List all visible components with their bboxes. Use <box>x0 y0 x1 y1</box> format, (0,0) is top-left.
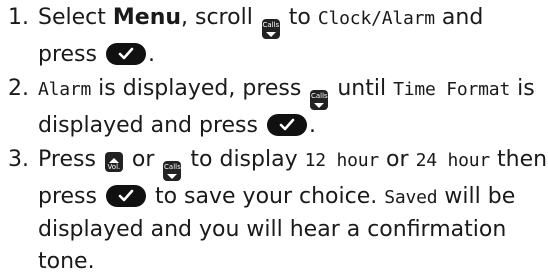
step-text: Press Vol. or Calls to display 12 hour o… <box>38 147 548 274</box>
display-text: 24 hour <box>415 150 491 171</box>
calls-down-key-icon: Calls <box>261 19 280 39</box>
step-number: 1. <box>8 5 29 30</box>
display-text: Time Format <box>393 79 511 100</box>
step-3: 3. Press Vol. or Calls to display 12 hou… <box>8 144 548 278</box>
ok-check-key-icon <box>266 114 307 136</box>
step-number: 3. <box>8 147 29 172</box>
display-text: Clock/Alarm <box>317 8 435 29</box>
display-text: Saved <box>384 187 438 208</box>
calls-down-key-icon: Calls <box>310 90 329 110</box>
ok-check-key-icon <box>105 185 146 207</box>
calls-down-key-icon: Calls <box>163 161 182 181</box>
step-2: 2. Alarm is displayed, press Calls until… <box>8 73 548 142</box>
menu-label: Menu <box>112 5 182 30</box>
step-number: 2. <box>8 76 29 101</box>
step-text: Select Menu, scroll Calls to Clock/Alarm… <box>38 5 484 67</box>
ok-check-key-icon <box>105 43 146 65</box>
instruction-steps: 1. Select Menu, scroll Calls to Clock/Al… <box>8 2 548 280</box>
display-text: Alarm <box>38 79 92 100</box>
step-1: 1. Select Menu, scroll Calls to Clock/Al… <box>8 2 548 71</box>
display-text: 12 hour <box>304 150 380 171</box>
step-text: Alarm is displayed, press Calls until Ti… <box>38 76 535 138</box>
volume-up-key-icon: Vol. <box>104 152 123 172</box>
